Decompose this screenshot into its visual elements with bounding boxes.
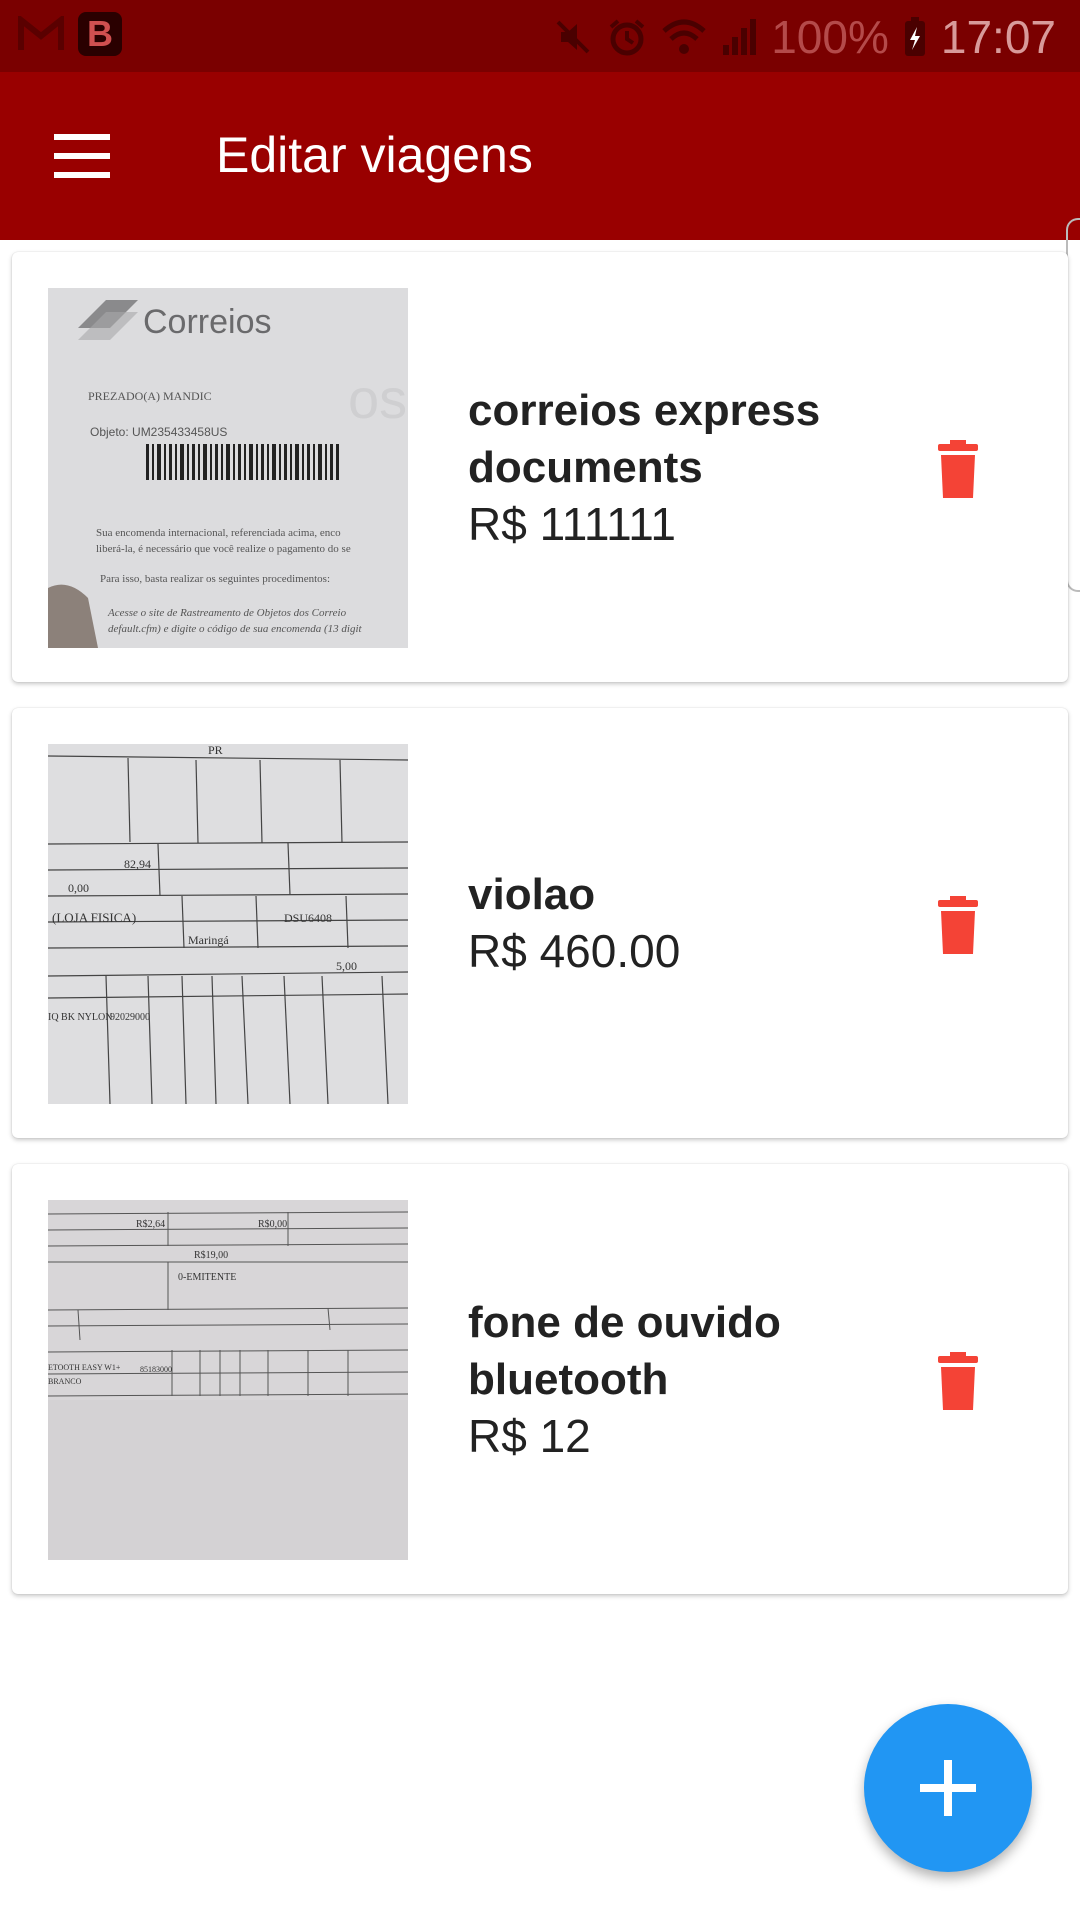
thumb-text-c: 0,00 [68, 881, 89, 895]
trash-icon[interactable] [928, 896, 988, 956]
thumb-text-object: Objeto: UM235433458US [90, 425, 227, 439]
thumb-text-line2: liberá-la, é necessário que você realize… [96, 543, 351, 555]
thumb-text-brand: Correios [143, 303, 271, 341]
thumb-text-d: 0-EMITENTE [178, 1272, 236, 1283]
add-trip-button[interactable] [864, 1704, 1032, 1872]
hamburger-menu-icon[interactable] [54, 134, 112, 178]
thumb-text-c: R$19,00 [194, 1250, 228, 1261]
list-item[interactable]: PR 82,94 0,00 (LOJA FISICA) DSU6408 Mari… [12, 708, 1068, 1138]
thumb-text-greeting: PREZADO(A) MANDIC [88, 389, 212, 403]
correios-receipt-photo: Correios PREZADO(A) MANDIC Objeto: UM235… [48, 288, 408, 648]
list-item[interactable]: Correios PREZADO(A) MANDIC Objeto: UM235… [12, 252, 1068, 682]
gmail-icon [18, 16, 64, 52]
signal-icon [721, 17, 757, 57]
thumb-text-g: 85183000 [140, 1365, 172, 1374]
invoice-photo: PR 82,94 0,00 (LOJA FISICA) DSU6408 Mari… [48, 744, 408, 1104]
invoice-photo: R$2,64 R$0,00 R$19,00 0-EMITENTE ETOOTH … [48, 1200, 408, 1560]
thumb-text-line3: Para isso, basta realizar os seguintes p… [100, 573, 330, 585]
status-right-icons: 100% 17:07 [553, 10, 1056, 64]
status-time: 17:07 [940, 11, 1056, 63]
battery-charging-icon [903, 16, 927, 58]
thumb-text-g: 5,00 [336, 959, 357, 973]
thumb-text-b: 82,94 [124, 857, 151, 871]
page-title: Editar viagens [216, 127, 533, 183]
svg-text:os: os [348, 367, 407, 430]
thumb-text-e: ETOOTH EASY W1+ [48, 1363, 121, 1372]
thumb-text-d: (LOJA FISICA) [52, 910, 136, 925]
app-bar: Editar viagens [0, 72, 1080, 240]
item-name: violao [468, 870, 596, 919]
trash-icon[interactable] [928, 1352, 988, 1412]
item-text: correios express documents R$ 111111 [468, 252, 888, 682]
thumb-text-a: PR [208, 744, 223, 757]
thumb-text-i: 92029000 [110, 1012, 150, 1023]
thumb-text-a: R$2,64 [136, 1219, 165, 1230]
wifi-icon [661, 17, 707, 57]
item-price: R$ 460.00 [468, 925, 681, 977]
status-bar: B 100% 17:07 [0, 0, 1080, 72]
item-text: fone de ouvido bluetooth R$ 12 [468, 1164, 888, 1594]
thumb-text-b: R$0,00 [258, 1219, 287, 1230]
alarm-icon [607, 17, 647, 57]
thumb-text-line1: Sua encomenda internacional, referenciad… [96, 527, 341, 539]
item-name: correios express documents [468, 385, 821, 492]
b-app-icon: B [78, 12, 122, 56]
item-price: R$ 12 [468, 1409, 591, 1462]
thumb-text-e: DSU6408 [284, 911, 332, 925]
list-item[interactable]: R$2,64 R$0,00 R$19,00 0-EMITENTE ETOOTH … [12, 1164, 1068, 1594]
thumb-text-line4: Acesse o site de Rastreamento de Objetos… [107, 607, 347, 619]
item-price: R$ 111111 [468, 497, 677, 550]
item-text: violao R$ 460.00 [468, 708, 888, 1138]
mute-icon [553, 17, 593, 57]
thumb-text-line5: default.cfm) e digite o código de sua en… [108, 623, 362, 635]
thumb-text-h: IQ BK NYLON [48, 1012, 112, 1023]
side-edge-handle [1066, 218, 1080, 592]
thumb-text-f: BRANCO [48, 1377, 82, 1386]
status-left-icons: B [18, 12, 122, 56]
item-name: fone de ouvido bluetooth [468, 1297, 781, 1404]
thumb-text-f: Maringá [188, 933, 229, 947]
plus-icon [920, 1760, 976, 1816]
battery-percent: 100% [771, 11, 889, 63]
trash-icon[interactable] [928, 440, 988, 500]
